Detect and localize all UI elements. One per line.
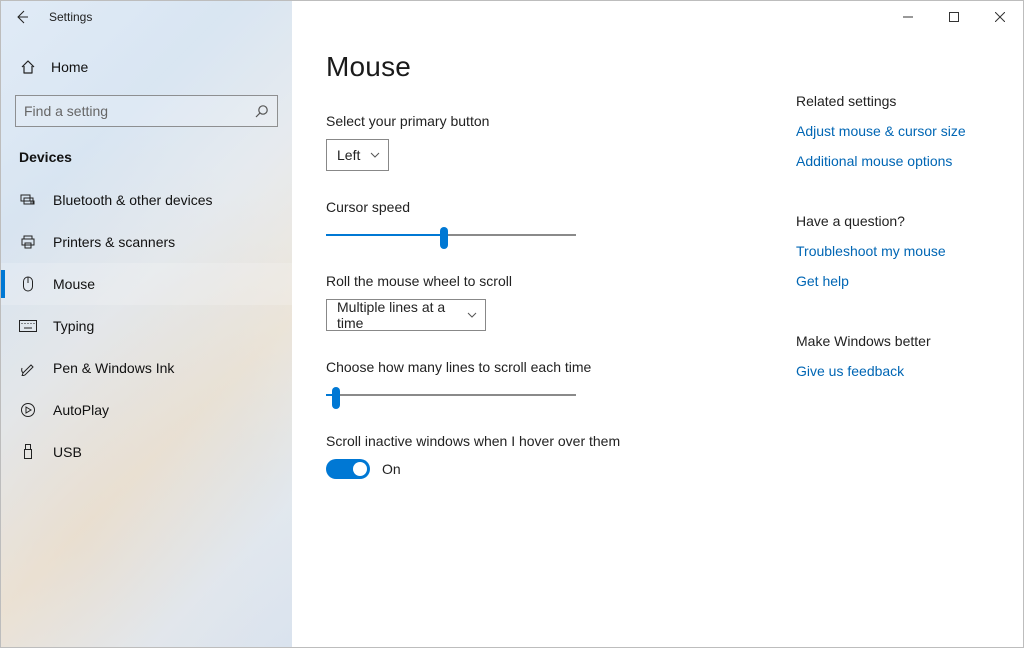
close-button[interactable] (977, 1, 1023, 33)
search-box[interactable] (15, 95, 278, 127)
nav-bluetooth[interactable]: Bluetooth & other devices (1, 179, 292, 221)
lines-scroll-label: Choose how many lines to scroll each tim… (326, 359, 756, 375)
lines-scroll-slider[interactable] (326, 385, 576, 405)
maximize-button[interactable] (931, 1, 977, 33)
cursor-speed-slider[interactable] (326, 225, 576, 245)
related-heading: Related settings (796, 93, 989, 109)
link-adjust-cursor[interactable]: Adjust mouse & cursor size (796, 123, 989, 139)
window-controls (885, 1, 1023, 33)
nav-label: Typing (53, 318, 94, 334)
nav-printers[interactable]: Printers & scanners (1, 221, 292, 263)
side-column: Related settings Adjust mouse & cursor s… (796, 51, 989, 647)
settings-window: Settings Home (0, 0, 1024, 648)
link-get-help[interactable]: Get help (796, 273, 989, 289)
nav-list: Bluetooth & other devices Printers & sca… (1, 179, 292, 473)
nav-usb[interactable]: USB (1, 431, 292, 473)
home-label: Home (51, 59, 88, 75)
category-heading: Devices (1, 143, 292, 179)
wheel-scroll-dropdown[interactable]: Multiple lines at a time (326, 299, 486, 331)
nav-mouse[interactable]: Mouse (1, 263, 292, 305)
question-group: Have a question? Troubleshoot my mouse G… (796, 213, 989, 289)
cursor-speed-section: Cursor speed (326, 199, 756, 245)
nav-label: Printers & scanners (53, 234, 175, 250)
link-troubleshoot[interactable]: Troubleshoot my mouse (796, 243, 989, 259)
wheel-scroll-section: Roll the mouse wheel to scroll Multiple … (326, 273, 756, 331)
autoplay-icon (19, 402, 37, 418)
page-title: Mouse (326, 51, 756, 83)
nav-pen[interactable]: Pen & Windows Ink (1, 347, 292, 389)
minimize-button[interactable] (885, 1, 931, 33)
link-additional-options[interactable]: Additional mouse options (796, 153, 989, 169)
nav-typing[interactable]: Typing (1, 305, 292, 347)
slider-thumb[interactable] (332, 387, 340, 409)
usb-icon (19, 444, 37, 460)
question-heading: Have a question? (796, 213, 989, 229)
home-icon (19, 59, 37, 75)
nav-label: Pen & Windows Ink (53, 360, 174, 376)
keyboard-icon (19, 320, 37, 332)
titlebar: Settings (1, 1, 1023, 33)
nav-label: Bluetooth & other devices (53, 192, 213, 208)
toggle-state: On (382, 461, 401, 477)
search-icon (255, 104, 269, 118)
minimize-icon (903, 12, 913, 22)
nav-autoplay[interactable]: AutoPlay (1, 389, 292, 431)
app-title: Settings (49, 10, 92, 24)
inactive-scroll-label: Scroll inactive windows when I hover ove… (326, 433, 756, 449)
better-heading: Make Windows better (796, 333, 989, 349)
printer-icon (19, 234, 37, 250)
primary-button-dropdown[interactable]: Left (326, 139, 389, 171)
primary-button-label: Select your primary button (326, 113, 756, 129)
link-feedback[interactable]: Give us feedback (796, 363, 989, 379)
inactive-scroll-section: Scroll inactive windows when I hover ove… (326, 433, 756, 479)
back-icon (14, 9, 30, 25)
sidebar: Home Devices Bluetooth & other devices P… (1, 1, 292, 647)
maximize-icon (949, 12, 959, 22)
nav-label: USB (53, 444, 82, 460)
bluetooth-icon (19, 193, 37, 207)
primary-button-value: Left (337, 147, 360, 163)
wheel-scroll-value: Multiple lines at a time (337, 299, 457, 331)
related-settings-group: Related settings Adjust mouse & cursor s… (796, 93, 989, 169)
nav-label: Mouse (53, 276, 95, 292)
back-button[interactable] (1, 1, 43, 33)
chevron-down-icon (467, 312, 477, 318)
home-button[interactable]: Home (1, 47, 292, 87)
chevron-down-icon (370, 152, 380, 158)
cursor-speed-label: Cursor speed (326, 199, 756, 215)
pen-icon (19, 360, 37, 376)
lines-scroll-section: Choose how many lines to scroll each tim… (326, 359, 756, 405)
inactive-scroll-toggle[interactable] (326, 459, 370, 479)
main-content: Mouse Select your primary button Left Cu… (292, 1, 1023, 647)
mouse-icon (19, 276, 37, 292)
slider-thumb[interactable] (440, 227, 448, 249)
search-input[interactable] (24, 103, 255, 119)
better-group: Make Windows better Give us feedback (796, 333, 989, 379)
nav-label: AutoPlay (53, 402, 109, 418)
close-icon (995, 12, 1005, 22)
primary-button-section: Select your primary button Left (326, 113, 756, 171)
wheel-scroll-label: Roll the mouse wheel to scroll (326, 273, 756, 289)
